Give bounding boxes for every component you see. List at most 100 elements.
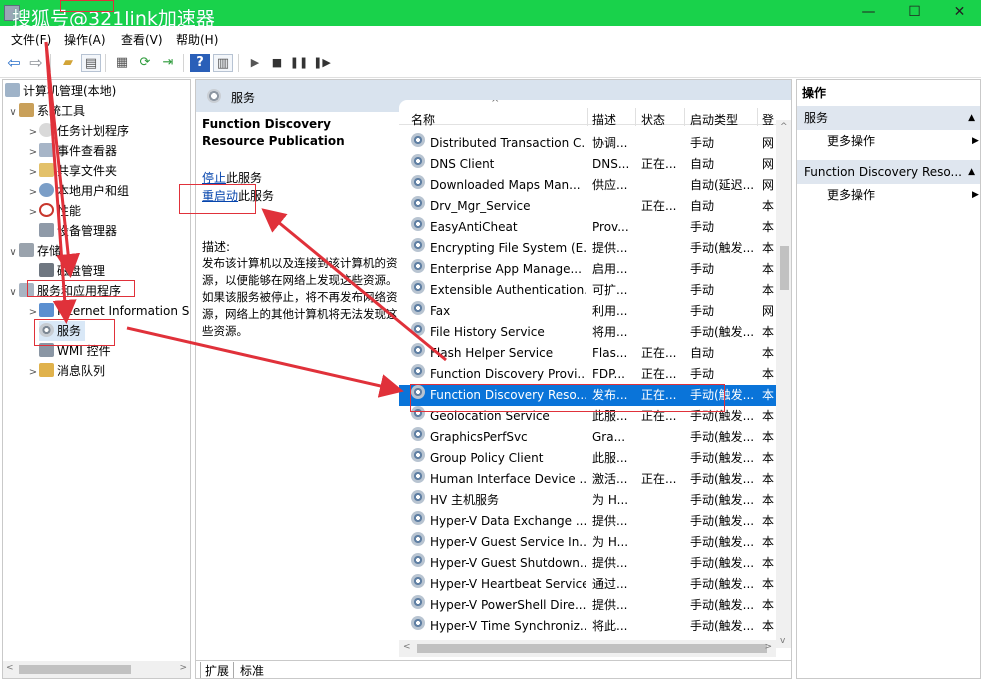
service-title: Function Discovery Resource Publication [202, 117, 345, 148]
service-gear-icon [411, 154, 425, 168]
column-name[interactable]: 名称 [411, 100, 435, 127]
table-row[interactable]: Encrypting File System (E... 提供... 手动(触发..… [399, 238, 779, 259]
pause-icon[interactable]: ❚❚ [289, 54, 309, 72]
service-name: Encrypting File System (E... [430, 241, 586, 255]
table-row[interactable]: Hyper-V Heartbeat Service 通过... 手动(触发... 本 [399, 574, 779, 595]
tree-item-storage[interactable]: ∨ 存储 [7, 241, 61, 261]
scrollbar-thumb[interactable] [780, 246, 789, 290]
table-row[interactable]: EasyAntiCheat Prov... 手动 本 [399, 217, 779, 238]
service-status: 正在... [641, 472, 677, 486]
column-status[interactable]: 状态 [641, 100, 665, 127]
minimize-button[interactable]: — [846, 0, 891, 26]
table-row[interactable]: Extensible Authentication... 可扩... 手动 本 [399, 280, 779, 301]
table-row[interactable]: Hyper-V Data Exchange ... 提供... 手动(触发... 本 [399, 511, 779, 532]
service-logon: 本 [762, 472, 775, 486]
service-startup-type: 自动 [690, 346, 715, 360]
service-startup-type: 手动(触发... [690, 577, 754, 591]
submenu-arrow-icon: ▶ [972, 190, 979, 200]
table-row[interactable]: Human Interface Device ... 激活... 正在... 手动(触… [399, 469, 779, 490]
service-description: 将此... [592, 619, 628, 633]
help-icon[interactable]: ? [190, 54, 210, 72]
table-row[interactable]: GraphicsPerfSvc Gra... 手动(触发... 本 [399, 427, 779, 448]
forward-arrow-icon[interactable]: ⇨ [26, 54, 46, 72]
tree-item-disk-management[interactable]: 磁盘管理 [39, 261, 105, 281]
column-startup-type[interactable]: 启动类型 [690, 100, 738, 127]
column-description[interactable]: 描述 [592, 100, 616, 127]
table-row[interactable]: Hyper-V Guest Shutdown... 提供... 手动(触发... 本 [399, 553, 779, 574]
scrollbar-thumb[interactable] [19, 665, 131, 674]
maximize-button[interactable]: ☐ [892, 0, 937, 26]
users-icon [39, 183, 54, 197]
table-row[interactable]: HV 主机服务 为 H... 手动(触发... 本 [399, 490, 779, 511]
properties-icon[interactable]: ▦ [112, 54, 132, 72]
restart-icon[interactable]: ❚▶ [312, 54, 332, 72]
table-row[interactable]: Flash Helper Service Flas... 正在... 自动 本 [399, 343, 779, 364]
tab-extended[interactable]: 扩展 [200, 662, 235, 678]
menu-file[interactable]: 文件(F) [11, 31, 51, 48]
service-logon: 本 [762, 430, 775, 444]
tree-item-computer-management[interactable]: 计算机管理(本地) [5, 81, 116, 101]
table-row[interactable]: Fax 利用... 手动 网 [399, 301, 779, 322]
menu-help[interactable]: 帮助(H) [176, 31, 218, 48]
list-horizontal-scrollbar[interactable]: < > [399, 640, 776, 657]
tree-item-device-manager[interactable]: 设备管理器 [39, 221, 117, 241]
close-button[interactable]: ✕ [937, 0, 981, 26]
service-name: Downloaded Maps Man... [430, 178, 581, 192]
event-log-icon [39, 143, 54, 157]
up-folder-icon[interactable]: ▰ [58, 54, 78, 72]
table-row[interactable]: Downloaded Maps Man... 供应... 自动(延迟... 网 [399, 175, 779, 196]
tree-item-event-viewer[interactable]: > 事件查看器 [27, 141, 117, 161]
table-row[interactable]: Enterprise App Manage... 启用... 手动 本 [399, 259, 779, 280]
list-vertical-scrollbar[interactable]: ^ v [776, 120, 791, 648]
collapse-up-icon[interactable]: ▲ [968, 106, 975, 130]
play-icon[interactable]: ▶ [245, 54, 265, 72]
table-row[interactable]: DNS Client DNS... 正在... 自动 网 [399, 154, 779, 175]
tree-item-task-scheduler[interactable]: > 任务计划程序 [27, 121, 129, 141]
export-icon[interactable]: ⇥ [158, 54, 178, 72]
tree-horizontal-scrollbar[interactable]: < > [3, 661, 190, 678]
tools-icon [19, 103, 34, 117]
service-logon: 网 [762, 304, 775, 318]
show-tree-icon[interactable]: ▤ [81, 54, 101, 72]
service-gear-icon [411, 259, 425, 273]
menu-view[interactable]: 查看(V) [121, 31, 163, 48]
service-logon: 本 [762, 367, 775, 381]
service-logon: 本 [762, 283, 775, 297]
table-row[interactable]: Group Policy Client 此服... 手动(触发... 本 [399, 448, 779, 469]
menu-action[interactable]: 操作(A) [64, 31, 106, 48]
actions-section-selected-service[interactable]: Function Discovery Reso... ▲ [797, 160, 980, 184]
tree-item-performance[interactable]: > 性能 [27, 201, 81, 221]
service-startup-type: 手动 [690, 367, 715, 381]
menu-bar: 文件(F) 操作(A) 查看(V) 帮助(H) [0, 26, 981, 50]
collapse-up-icon[interactable]: ▲ [968, 160, 975, 184]
column-logon[interactable]: 登 [762, 100, 774, 127]
tree-item-system-tools[interactable]: ∨ 系统工具 [7, 101, 85, 121]
more-actions-services[interactable]: 更多操作 ▶ [827, 130, 979, 152]
actions-section-services[interactable]: 服务 ▲ [797, 106, 980, 130]
tree-item-iis[interactable]: > Internet Information S [27, 301, 189, 321]
refresh-icon[interactable]: ⟳ [135, 54, 155, 72]
table-row[interactable]: Hyper-V Guest Service In... 为 H... 手动(触发..… [399, 532, 779, 553]
more-actions-selected-service[interactable]: 更多操作 ▶ [827, 184, 979, 206]
service-name: GraphicsPerfSvc [430, 430, 528, 444]
tree-item-local-users[interactable]: > 本地用户和组 [27, 181, 129, 201]
service-name: HV 主机服务 [430, 493, 500, 507]
view-icon[interactable]: ▥ [213, 54, 233, 72]
tree-item-message-queue[interactable]: > 消息队列 [27, 361, 105, 381]
stop-service-link[interactable]: 停止 [202, 171, 226, 185]
table-row[interactable]: Function Discovery Provi... FDP... 正在... 手动… [399, 364, 779, 385]
table-row[interactable]: Distributed Transaction C... 协调... 手动 网 [399, 133, 779, 154]
table-row[interactable]: File History Service 将用... 手动(触发... 本 [399, 322, 779, 343]
service-gear-icon [411, 616, 425, 630]
service-name: Hyper-V Heartbeat Service [430, 577, 586, 591]
tree-item-shared-folders[interactable]: > 共享文件夹 [27, 161, 117, 181]
service-startup-type: 自动 [690, 157, 715, 171]
table-row[interactable]: Hyper-V Time Synchroniz... 将此... 手动(触发... 本 [399, 616, 779, 637]
scrollbar-thumb[interactable] [417, 644, 767, 653]
stop-icon[interactable]: ■ [267, 54, 287, 72]
service-description: 提供... [592, 241, 628, 255]
back-arrow-icon[interactable]: ⇦ [4, 54, 24, 72]
table-row[interactable]: Hyper-V PowerShell Dire... 提供... 手动(触发... 本 [399, 595, 779, 616]
table-row[interactable]: Drv_Mgr_Service 正在... 自动 本 [399, 196, 779, 217]
tab-standard[interactable]: 标准 [236, 662, 268, 678]
